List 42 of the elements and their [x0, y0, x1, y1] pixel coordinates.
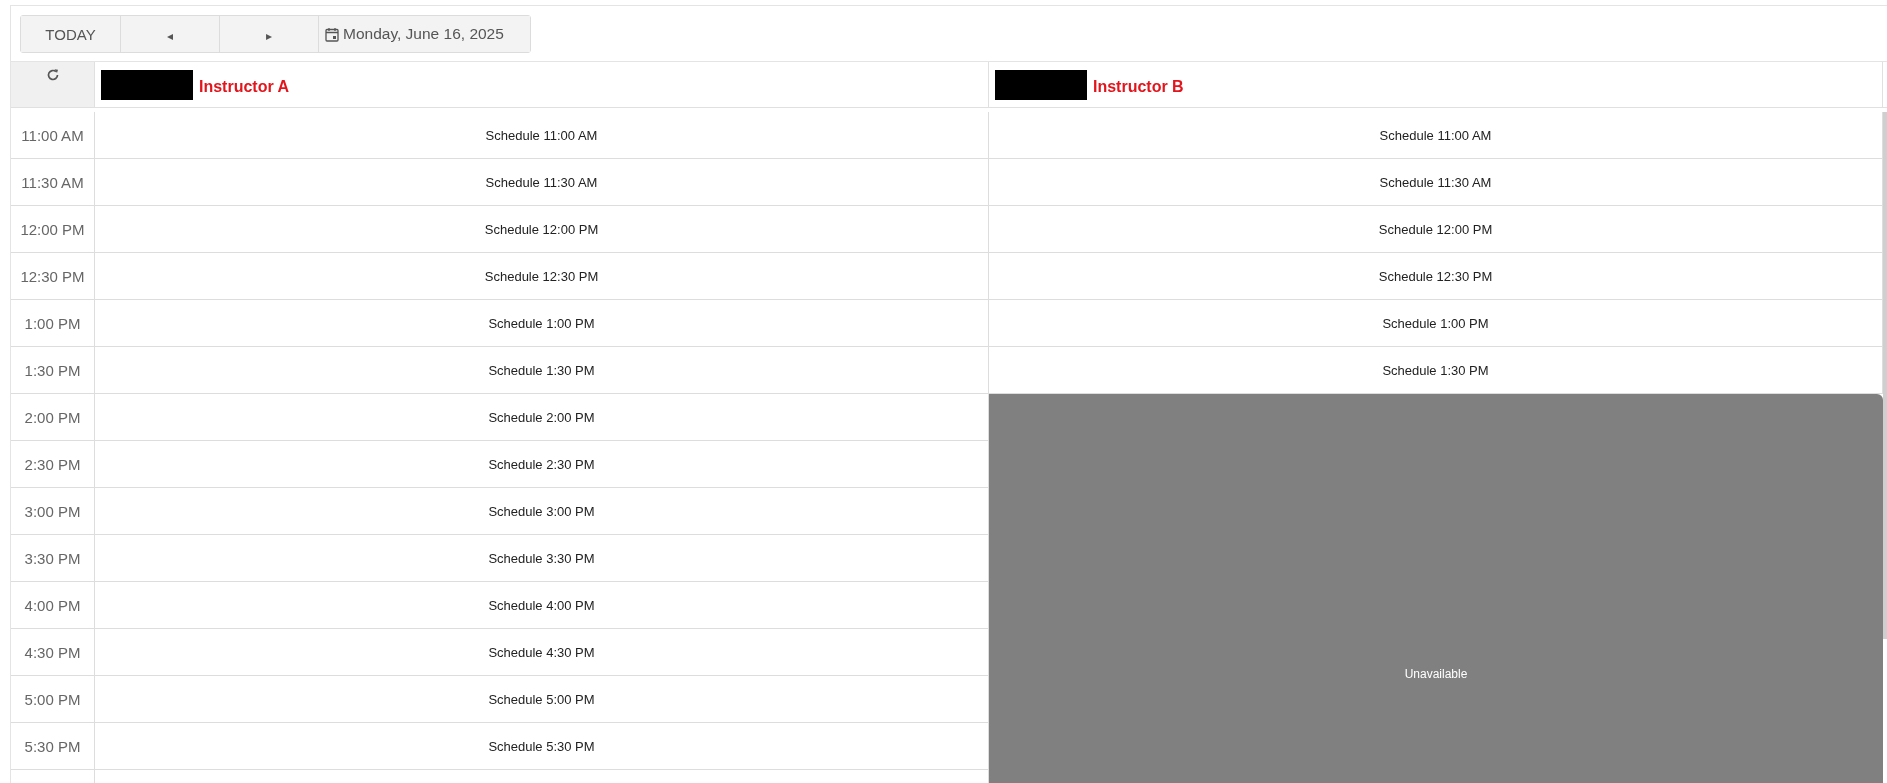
- resource-name: Instructor B: [1093, 77, 1184, 96]
- slot-label[interactable]: Schedule 1:00 PM: [488, 315, 595, 331]
- time-label: 5:30 PM: [24, 737, 81, 755]
- time-label: 4:00 PM: [24, 596, 81, 614]
- time-label: 2:30 PM: [24, 455, 81, 473]
- time-label: 3:30 PM: [24, 549, 81, 567]
- time-label: 4:30 PM: [24, 643, 81, 661]
- time-label: 5:00 PM: [24, 690, 81, 708]
- slot-label[interactable]: Schedule 1:30 PM: [488, 362, 595, 378]
- slot-label[interactable]: Schedule 11:30 AM: [485, 174, 598, 190]
- slot-label[interactable]: Schedule 12:30 PM: [1378, 268, 1493, 284]
- slot-label[interactable]: Schedule 11:00 AM: [1379, 127, 1492, 143]
- today-button[interactable]: TODAY: [21, 16, 121, 52]
- resource-name: Instructor A: [199, 77, 290, 96]
- time-label: 1:30 PM: [24, 361, 81, 379]
- refresh-button[interactable]: [11, 62, 95, 107]
- slot-label[interactable]: Schedule 5:00 PM: [488, 691, 595, 707]
- slot-label[interactable]: Schedule 4:00 PM: [488, 597, 595, 613]
- slot-label[interactable]: Schedule 5:30 PM: [488, 738, 595, 754]
- slot-label[interactable]: Schedule 12:30 PM: [484, 268, 599, 284]
- refresh-icon: [45, 68, 60, 82]
- time-label: 2:00 PM: [24, 408, 81, 426]
- slot-label[interactable]: Schedule 2:30 PM: [488, 456, 595, 472]
- scrollbar[interactable]: [1883, 112, 1887, 639]
- unavailable-block: Unavailable: [989, 394, 1883, 783]
- time-label: 11:00 AM: [21, 126, 84, 144]
- slot-label[interactable]: Schedule 12:00 PM: [484, 221, 599, 237]
- slot-label[interactable]: Schedule 1:00 PM: [1382, 315, 1489, 331]
- slot-label[interactable]: Schedule 2:00 PM: [488, 409, 595, 425]
- time-label: 11:30 AM: [21, 173, 84, 191]
- slot-label[interactable]: Schedule 3:30 PM: [488, 550, 595, 566]
- time-label: 1:00 PM: [24, 314, 81, 332]
- slot-label[interactable]: Schedule 3:00 PM: [488, 503, 595, 519]
- slot-label[interactable]: Schedule 1:30 PM: [1382, 362, 1489, 378]
- time-label: 12:30 PM: [20, 267, 85, 285]
- time-label: 12:00 PM: [20, 220, 85, 238]
- time-label: 3:00 PM: [24, 502, 81, 520]
- calendar-icon: [325, 26, 339, 42]
- slot-label[interactable]: Schedule 11:30 AM: [1379, 174, 1492, 190]
- slot-label[interactable]: Schedule 4:30 PM: [488, 644, 595, 660]
- slot-label[interactable]: Schedule 12:00 PM: [1378, 221, 1493, 237]
- slot-label[interactable]: Schedule 11:00 AM: [485, 127, 598, 143]
